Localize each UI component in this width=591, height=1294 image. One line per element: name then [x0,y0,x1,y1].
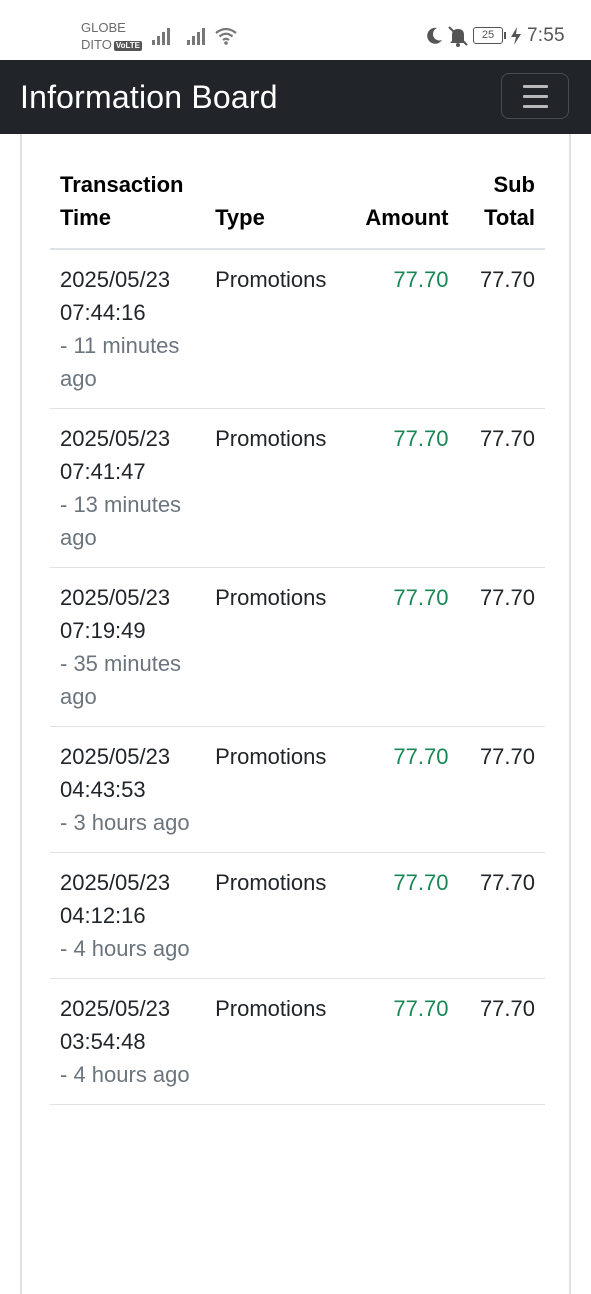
table-row: 2025/05/23 07:19:49 - 35 minutes ago Pro… [50,568,545,727]
header-type: Type [215,205,265,230]
header-subtotal-line1: Sub [493,172,535,197]
carrier-name-2: DITO [81,37,112,52]
carrier-info: GLOBE DITO VoLTE [81,19,142,53]
page-title[interactable]: Information Board [20,60,278,134]
transaction-time-cell: 2025/05/23 04:43:53 - 3 hours ago [50,727,205,853]
muted-bell-icon [448,26,468,47]
status-bar: GLOBE DITO VoLTE 25 7:55 [0,0,591,60]
transaction-amount: 77.70 [393,870,449,895]
signal-strength-icon [152,28,170,45]
status-time: 7:55 [527,25,565,46]
table-row: 2025/05/23 04:12:16 - 4 hours ago Promot… [50,853,545,979]
transaction-time: 04:12:16 [60,903,146,928]
transaction-amount: 77.70 [393,267,449,292]
transaction-time-cell: 2025/05/23 03:54:48 - 4 hours ago [50,979,205,1105]
hamburger-menu-button[interactable] [501,73,569,119]
relative-time: - 13 minutes ago [60,492,182,550]
hamburger-menu-icon [523,85,548,88]
transaction-subtotal: 77.70 [479,744,535,769]
carrier-name-1: GLOBE [81,20,126,35]
header-time-line1: Transaction [60,172,184,197]
transaction-date: 2025/05/23 [60,267,171,292]
transaction-time-cell: 2025/05/23 04:12:16 - 4 hours ago [50,853,205,979]
transaction-date: 2025/05/23 [60,996,171,1021]
do-not-disturb-moon-icon [427,27,442,44]
table-header-row: Transaction Time Type Amount Sub Total [50,168,545,249]
transaction-time-cell: 2025/05/23 07:19:49 - 35 minutes ago [50,568,205,727]
wifi-icon [215,27,237,45]
header-time-line2: Time [60,205,111,230]
transaction-time: 07:19:49 [60,618,146,643]
header-subtotal-line2: Total [484,205,535,230]
transaction-type: Promotions [215,744,327,769]
transaction-date: 2025/05/23 [60,870,171,895]
header-subtotal: Sub Total [458,168,545,249]
transaction-subtotal: 77.70 [479,870,535,895]
transaction-time: 04:43:53 [60,777,146,802]
transaction-time: 03:54:48 [60,1029,146,1054]
transaction-time: 07:44:16 [60,300,146,325]
battery-icon: 25 [473,27,503,44]
transaction-amount: 77.70 [393,426,449,451]
transaction-time-cell: 2025/05/23 07:44:16 - 11 minutes ago [50,249,205,409]
transaction-subtotal: 77.70 [479,426,535,451]
table-row: 2025/05/23 07:44:16 - 11 minutes ago Pro… [50,249,545,409]
table-row: 2025/05/23 04:43:53 - 3 hours ago Promot… [50,727,545,853]
transaction-subtotal: 77.70 [479,267,535,292]
table-row: 2025/05/23 03:54:48 - 4 hours ago Promot… [50,979,545,1105]
hamburger-menu-icon [523,95,548,98]
transaction-type: Promotions [215,267,327,292]
transaction-time-cell: 2025/05/23 07:41:47 - 13 minutes ago [50,409,205,568]
transaction-subtotal: 77.70 [479,996,535,1021]
transaction-type: Promotions [215,585,327,610]
header-amount: Amount [365,205,449,230]
relative-time: - 3 hours ago [60,810,190,835]
transaction-time: 07:41:47 [60,459,146,484]
relative-time: - 35 minutes ago [60,651,182,709]
transaction-amount: 77.70 [393,996,449,1021]
transaction-date: 2025/05/23 [60,426,171,451]
relative-time: - 11 minutes ago [60,333,180,391]
transactions-card: Transaction Time Type Amount Sub Total 2… [20,134,571,1294]
transaction-amount: 77.70 [393,585,449,610]
navbar: Information Board [0,60,591,134]
relative-time: - 4 hours ago [60,1062,190,1087]
transaction-date: 2025/05/23 [60,744,171,769]
signal-strength-icon [187,28,205,45]
transaction-subtotal: 77.70 [479,585,535,610]
volte-badge: VoLTE [113,41,142,51]
transaction-amount: 77.70 [393,744,449,769]
transactions-table: Transaction Time Type Amount Sub Total 2… [50,168,545,1105]
transaction-type: Promotions [215,870,327,895]
charging-bolt-icon [511,27,521,45]
transaction-type: Promotions [215,426,327,451]
hamburger-menu-icon [523,105,548,108]
header-transaction-time: Transaction Time [50,168,205,249]
table-row: 2025/05/23 07:41:47 - 13 minutes ago Pro… [50,409,545,568]
battery-tip [504,32,506,39]
transaction-date: 2025/05/23 [60,585,171,610]
relative-time: - 4 hours ago [60,936,190,961]
transaction-type: Promotions [215,996,327,1021]
